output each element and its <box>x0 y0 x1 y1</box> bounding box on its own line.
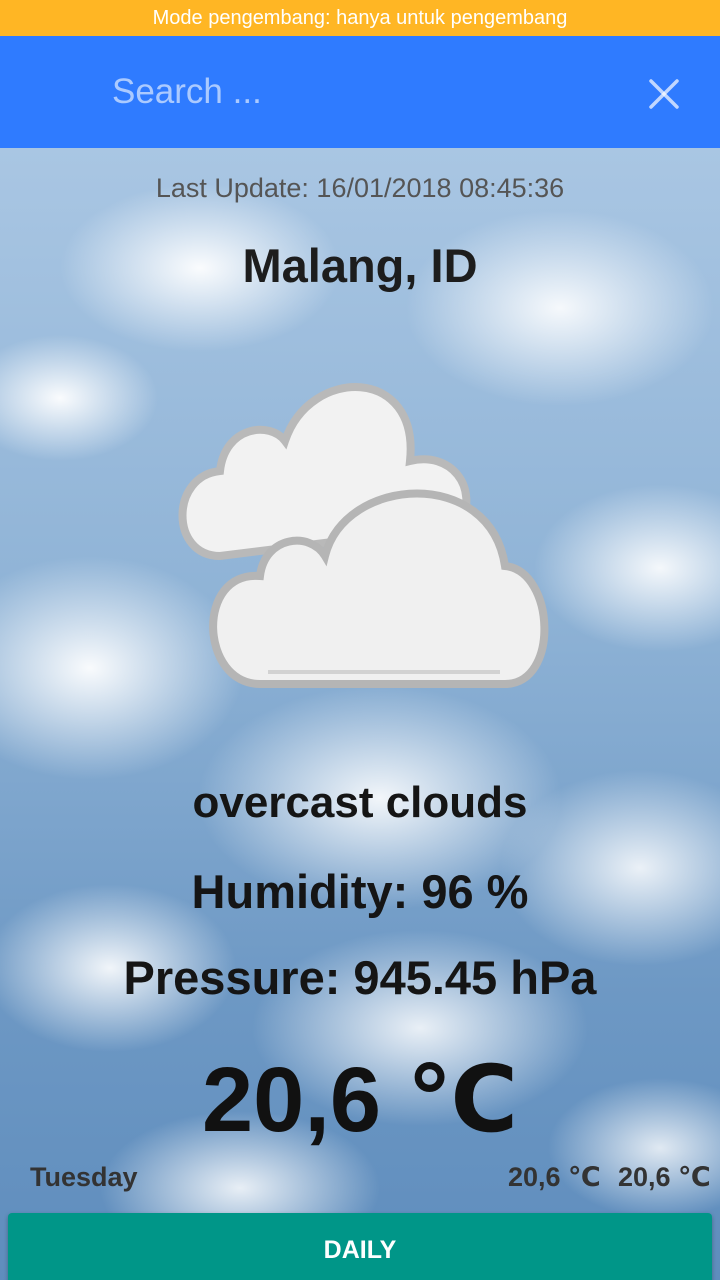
daily-button[interactable]: DAILY <box>8 1213 712 1280</box>
close-icon <box>649 79 679 109</box>
weather-description: overcast clouds <box>192 778 528 827</box>
weather-screen: Mode pengembang: hanya untuk pengembang … <box>0 0 720 1280</box>
forecast-row[interactable]: Tuesday 20,6 ℃ 20,6 ℃ <box>0 1162 720 1202</box>
city-name: Malang, ID <box>242 239 478 292</box>
search-bar <box>0 36 720 148</box>
forecast-max-temp: 20,6 ℃ <box>618 1162 711 1192</box>
search-input[interactable] <box>112 66 592 118</box>
overcast-clouds-icon <box>178 383 549 688</box>
temperature-text: 20,6 ℃ <box>201 1049 519 1151</box>
last-update-text: Last Update: 16/01/2018 08:45:36 <box>155 173 565 203</box>
developer-mode-banner: Mode pengembang: hanya untuk pengembang <box>0 0 720 36</box>
pressure-text: Pressure: 945.45 hPa <box>123 951 597 1004</box>
forecast-day: Tuesday <box>30 1162 138 1192</box>
close-button[interactable] <box>640 70 688 118</box>
forecast-min-temp: 20,6 ℃ <box>508 1162 601 1192</box>
humidity-text: Humidity: 96 % <box>191 865 529 918</box>
